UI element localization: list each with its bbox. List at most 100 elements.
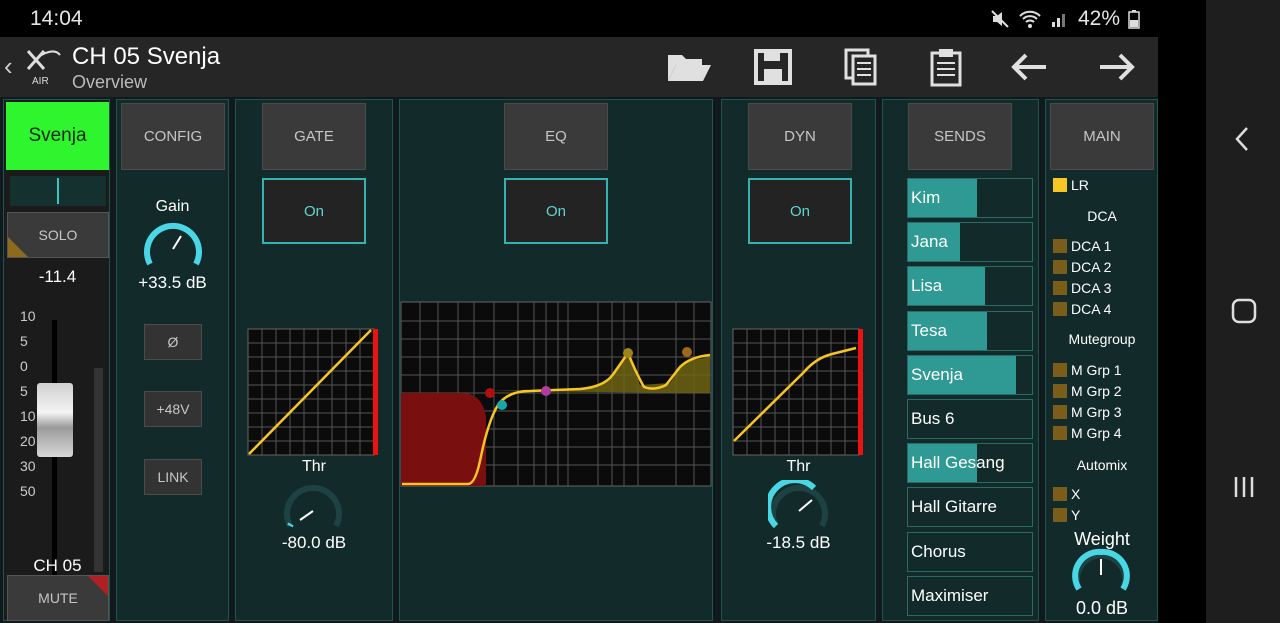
nav-home-icon[interactable] <box>1230 297 1258 325</box>
eq-button[interactable]: EQ <box>504 103 608 170</box>
fader-scale-label: 0 <box>20 358 28 374</box>
arrow-left-icon[interactable] <box>1006 47 1054 87</box>
mute-icon <box>991 10 1009 28</box>
dca-assign[interactable]: DCA 4 <box>1053 301 1111 317</box>
mutegroup-assign[interactable]: M Grp 4 <box>1053 425 1122 441</box>
solo-button[interactable]: SOLO <box>7 212 109 258</box>
nav-recents-icon[interactable] <box>1230 474 1258 500</box>
dyn-on-button[interactable]: On <box>748 178 852 244</box>
battery-icon <box>1128 10 1140 29</box>
lr-assign[interactable]: LR <box>1053 177 1089 193</box>
folder-open-icon[interactable] <box>665 47 713 87</box>
gate-thr-label: Thr <box>302 458 326 475</box>
copy-icon[interactable] <box>838 47 886 87</box>
mutegroup-label: M Grp 1 <box>1071 362 1122 378</box>
arrow-right-icon[interactable] <box>1092 47 1140 87</box>
automix-checkbox <box>1053 487 1067 501</box>
fader-handle[interactable] <box>37 383 73 457</box>
system-nav-bar <box>1206 0 1280 623</box>
pan-slider[interactable] <box>10 176 106 206</box>
fader-scale-label: 5 <box>20 333 28 349</box>
mutegroup-label: M Grp 4 <box>1071 425 1122 441</box>
nav-back-icon[interactable] <box>1232 125 1252 153</box>
dca-label: DCA 2 <box>1071 259 1112 275</box>
paste-clipboard-icon[interactable] <box>922 47 970 87</box>
status-icons: 42% <box>990 7 1140 31</box>
dca-label: DCA 3 <box>1071 280 1112 296</box>
mutegroup-assign[interactable]: M Grp 2 <box>1053 383 1122 399</box>
dca-label: DCA 4 <box>1071 301 1112 317</box>
dca-assign[interactable]: DCA 2 <box>1053 259 1111 275</box>
mutegroup-label: M Grp 2 <box>1071 383 1122 399</box>
gate-threshold-knob[interactable] <box>282 480 344 530</box>
mutegroup-checkbox <box>1053 405 1067 419</box>
send-label: Hall Gitarre <box>911 497 997 517</box>
dca-checkbox <box>1053 239 1067 253</box>
send-label: Hall Gesang <box>911 453 1005 473</box>
mutegroup-heading: Mutegroup <box>1068 331 1136 347</box>
send-fader[interactable]: Maximiser <box>907 575 1033 616</box>
send-fader[interactable]: Bus 6 <box>907 399 1033 439</box>
send-fader[interactable]: Hall Gitarre <box>907 487 1033 528</box>
pan-indicator <box>57 178 59 204</box>
send-label: Kim <box>911 188 941 207</box>
weight-knob[interactable] <box>1072 547 1130 593</box>
fader-scale-label: 10 <box>20 408 36 424</box>
phantom-power-button[interactable]: +48V <box>144 391 202 427</box>
app-header: ‹ AIR CH 05 Svenja Overview <box>0 37 1158 97</box>
gate-on-button[interactable]: On <box>262 178 366 244</box>
xair-logo: AIR <box>26 50 61 87</box>
fader-scale-label: 50 <box>20 483 36 499</box>
svg-text:AIR: AIR <box>32 76 49 87</box>
eq-curve-graph <box>400 301 712 487</box>
mutegroup-assign[interactable]: M Grp 3 <box>1053 404 1122 420</box>
send-fader[interactable]: Jana <box>907 222 1033 263</box>
mutegroup-label: M Grp 3 <box>1071 404 1122 420</box>
channel-name-button[interactable]: Svenja <box>6 102 109 170</box>
mutegroup-checkbox <box>1053 384 1067 398</box>
automix-assign[interactable]: X <box>1053 486 1080 502</box>
dyn-threshold-knob[interactable] <box>768 480 830 530</box>
send-fader[interactable]: Tesa <box>907 310 1033 351</box>
mute-button[interactable]: MUTE <box>7 575 109 621</box>
send-fader[interactable]: Hall Gesang <box>907 443 1033 484</box>
back-chevron-icon[interactable]: ‹ <box>4 51 13 82</box>
send-fader[interactable]: Lisa <box>907 266 1033 307</box>
save-icon[interactable] <box>750 47 798 87</box>
send-label: Chorus <box>911 541 966 561</box>
send-fader[interactable]: Chorus <box>907 531 1033 572</box>
mutegroup-assign[interactable]: M Grp 1 <box>1053 362 1122 378</box>
dyn-curve-graph <box>732 328 863 456</box>
send-label: Jana <box>911 232 948 252</box>
send-label: Maximiser <box>911 585 989 605</box>
solo-label: SOLO <box>38 227 78 243</box>
automix-assign[interactable]: Y <box>1053 507 1080 523</box>
send-label: Lisa <box>911 276 943 296</box>
solo-corner-indicator <box>8 237 28 257</box>
fader-scale-label: 20 <box>20 433 36 449</box>
automix-heading: Automix <box>1076 457 1128 473</box>
overview-main: Svenja SOLO -11.4 10 5 0 5 10 20 30 50 C… <box>0 97 1158 623</box>
send-fader[interactable]: Kim <box>907 178 1033 218</box>
gate-button[interactable]: GATE <box>262 103 366 170</box>
sends-button[interactable]: SENDS <box>908 103 1012 170</box>
level-meter <box>94 368 103 572</box>
battery-percent: 42% <box>1077 7 1120 30</box>
dca-assign[interactable]: DCA 1 <box>1053 238 1111 254</box>
send-fader[interactable]: Svenja <box>907 354 1033 395</box>
link-button[interactable]: LINK <box>144 459 202 495</box>
dca-checkbox <box>1053 302 1067 316</box>
dca-assign[interactable]: DCA 3 <box>1053 280 1111 296</box>
gain-label: Gain <box>155 198 190 215</box>
dyn-button[interactable]: DYN <box>748 103 852 170</box>
gate-curve-graph <box>247 328 378 456</box>
send-label: Tesa <box>911 320 947 340</box>
dca-label: DCA 1 <box>1071 238 1112 254</box>
gain-knob[interactable] <box>142 218 204 268</box>
weight-value: 0.0 dB <box>1075 598 1129 618</box>
mutegroup-checkbox <box>1053 426 1067 440</box>
config-button[interactable]: CONFIG <box>121 103 225 170</box>
eq-on-button[interactable]: On <box>504 178 608 244</box>
main-button[interactable]: MAIN <box>1050 103 1154 170</box>
phase-invert-button[interactable]: Ø <box>144 324 202 360</box>
